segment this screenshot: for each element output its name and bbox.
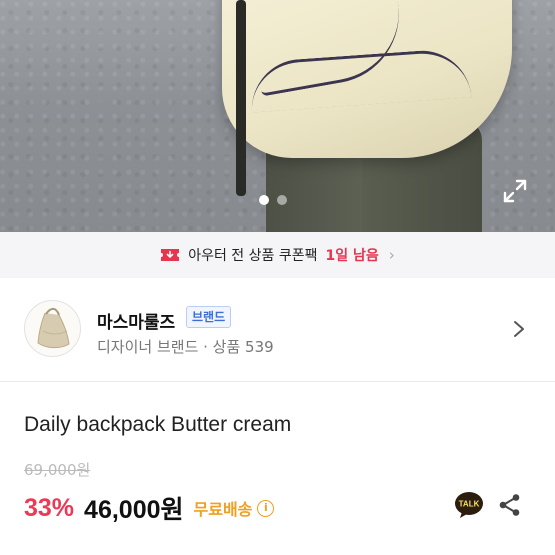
seller-name[interactable]: 마스마룰즈 bbox=[97, 308, 175, 333]
sale-price: 46,000원 bbox=[84, 496, 184, 524]
gallery-dot-active[interactable] bbox=[259, 195, 269, 205]
seller-avatar[interactable] bbox=[24, 300, 81, 357]
seller-subtitle: 디자이너 브랜드 · 상품 539 bbox=[97, 338, 274, 356]
gallery-dot[interactable] bbox=[277, 195, 287, 205]
kakaotalk-icon[interactable]: TALK bbox=[454, 491, 484, 519]
coupon-icon bbox=[161, 249, 180, 261]
svg-text:TALK: TALK bbox=[459, 500, 480, 509]
coupon-remaining: 1일 남음 bbox=[325, 248, 379, 264]
seller-card[interactable]: 마스마룰즈 브랜드 디자이너 브랜드 · 상품 539 bbox=[0, 278, 555, 382]
bag-strap-left bbox=[236, 0, 246, 196]
free-shipping-label: 무료배송 bbox=[193, 500, 253, 519]
chevron-right-icon: › bbox=[388, 246, 395, 264]
tote-bag-icon bbox=[37, 307, 70, 349]
original-price: 69,000원 bbox=[24, 461, 91, 479]
info-icon[interactable]: i bbox=[257, 499, 275, 517]
share-icon[interactable] bbox=[498, 493, 522, 517]
coupon-text: 아우터 전 상품 쿠폰팩 bbox=[188, 248, 318, 264]
gallery-pagination bbox=[259, 195, 287, 205]
product-title: Daily backpack Butter cream bbox=[24, 413, 292, 436]
price-row: 33% 46,000원 무료배송 i bbox=[24, 490, 275, 526]
brand-badge: 브랜드 bbox=[186, 306, 232, 328]
coupon-banner[interactable]: 아우터 전 상품 쿠폰팩 1일 남음 › bbox=[0, 232, 555, 278]
product-image[interactable] bbox=[0, 0, 555, 232]
expand-icon[interactable] bbox=[502, 178, 528, 204]
discount-rate: 33% bbox=[24, 493, 75, 522]
chevron-right-icon[interactable] bbox=[512, 320, 526, 338]
